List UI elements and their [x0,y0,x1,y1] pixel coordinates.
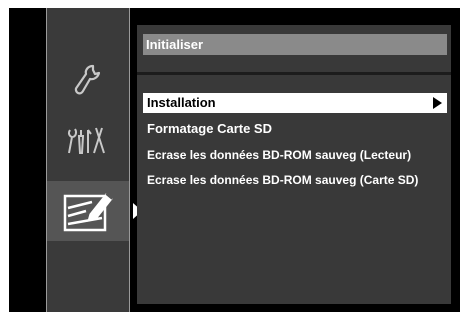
menu-item-erase-bdrom-player[interactable]: Ecrase les données BD-ROM sauveg (Lecteu… [143,145,447,165]
sidebar-menu [46,8,130,312]
menu-item-installation[interactable]: Installation [143,93,447,113]
panel-title: Initialiser [143,34,447,55]
osd-screen: Initialiser Installation Formatage Carte… [9,8,460,312]
submenu-arrow-icon [433,97,442,109]
edit-pencil-icon [63,193,113,232]
menu-item-label: Formatage Carte SD [147,121,272,136]
sidebar-item-initialize[interactable] [47,181,129,241]
menu-item-erase-bdrom-sd[interactable]: Ecrase les données BD-ROM sauveg (Carte … [143,170,447,190]
menu-item-format-sd[interactable]: Formatage Carte SD [143,119,447,139]
initialize-panel: Initialiser Installation Formatage Carte… [137,25,451,304]
tools-icon [67,127,105,154]
menu-item-label: Ecrase les données BD-ROM sauveg (Lecteu… [147,148,412,162]
menu-item-label: Ecrase les données BD-ROM sauveg (Carte … [147,173,419,187]
menu-item-label: Installation [147,95,216,110]
sidebar-item-quick-setup[interactable] [47,50,129,110]
wrench-icon [74,64,101,95]
divider [137,72,451,75]
sidebar-item-custom[interactable] [47,110,129,170]
